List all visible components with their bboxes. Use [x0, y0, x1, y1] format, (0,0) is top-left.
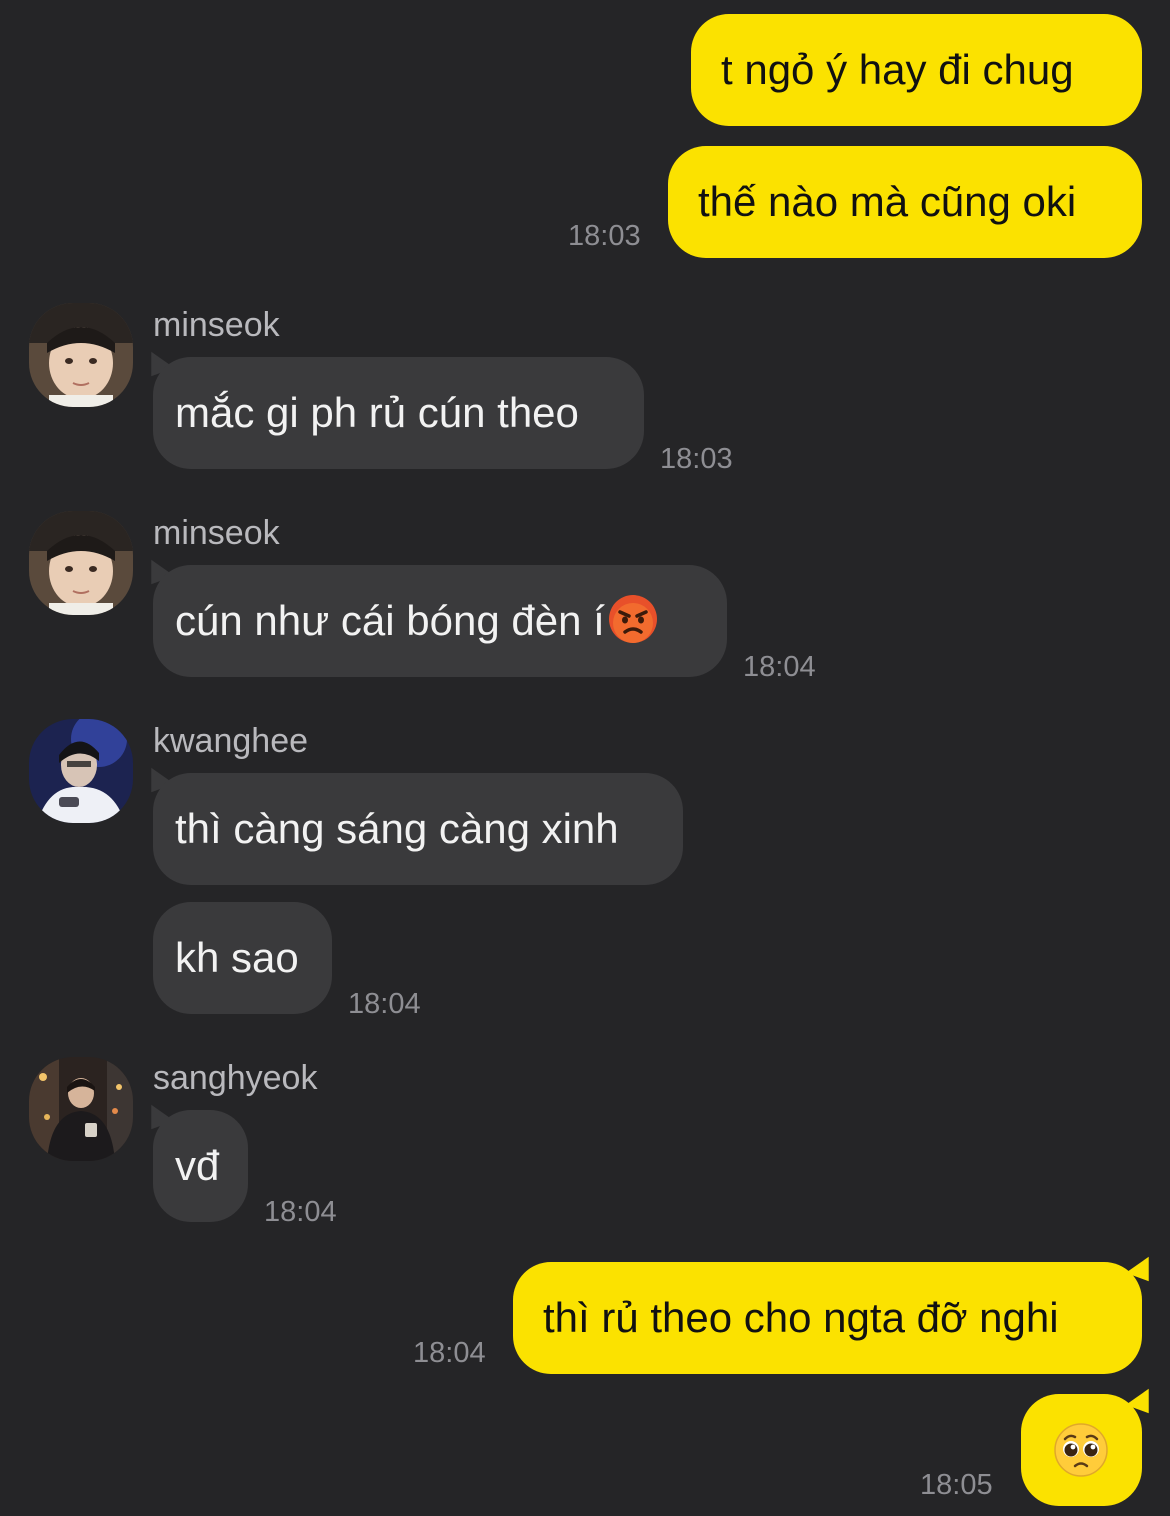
message-text: t ngỏ ý hay đi chug [721, 46, 1074, 93]
message-text: thế nào mà cũng oki [698, 178, 1077, 225]
sender-name: kwanghee [153, 722, 309, 760]
message-text: kh sao [175, 934, 299, 981]
message-timestamp: 18:04 [743, 651, 816, 683]
incoming-message-bubble[interactable]: cún như cái bóng đèn í [153, 565, 727, 677]
avatar-kwanghee[interactable] [29, 719, 133, 823]
incoming-message-bubble[interactable]: vđ [153, 1110, 248, 1222]
incoming-message-bubble[interactable]: kh sao [153, 902, 332, 1014]
chat-view: t ngỏ ý hay đi chug thế nào mà cũng oki … [0, 0, 1170, 1516]
avatar-minseok[interactable] [29, 511, 133, 615]
message-timestamp: 18:05 [920, 1469, 993, 1501]
message-timestamp: 18:04 [413, 1337, 486, 1369]
message-text: mắc gi ph rủ cún theo [175, 389, 579, 436]
outgoing-message-bubble[interactable]: thế nào mà cũng oki [668, 146, 1142, 258]
message-timestamp: 18:03 [660, 443, 733, 475]
outgoing-message-bubble[interactable]: t ngỏ ý hay đi chug [691, 14, 1142, 126]
outgoing-message-bubble[interactable]: thì rủ theo cho ngta đỡ nghi [513, 1262, 1142, 1374]
sender-name: minseok [153, 306, 280, 344]
message-text: thì càng sáng càng xinh [175, 805, 619, 852]
incoming-message-bubble[interactable]: mắc gi ph rủ cún theo [153, 357, 644, 469]
angry-face-icon [607, 593, 659, 645]
avatar-sanghyeok[interactable] [29, 1057, 133, 1161]
message-timestamp: 18:04 [264, 1196, 337, 1228]
sender-name: minseok [153, 514, 280, 552]
avatar-minseok[interactable] [29, 303, 133, 407]
outgoing-message-bubble[interactable] [1021, 1394, 1142, 1506]
message-timestamp: 18:04 [348, 988, 421, 1020]
incoming-message-bubble[interactable]: thì càng sáng càng xinh [153, 773, 683, 885]
message-text: vđ [175, 1142, 220, 1189]
pleading-face-icon [1053, 1422, 1109, 1478]
message-text: cún như cái bóng đèn í [175, 597, 605, 644]
message-timestamp: 18:03 [568, 220, 641, 252]
sender-name: sanghyeok [153, 1059, 318, 1097]
message-text: thì rủ theo cho ngta đỡ nghi [543, 1294, 1059, 1341]
